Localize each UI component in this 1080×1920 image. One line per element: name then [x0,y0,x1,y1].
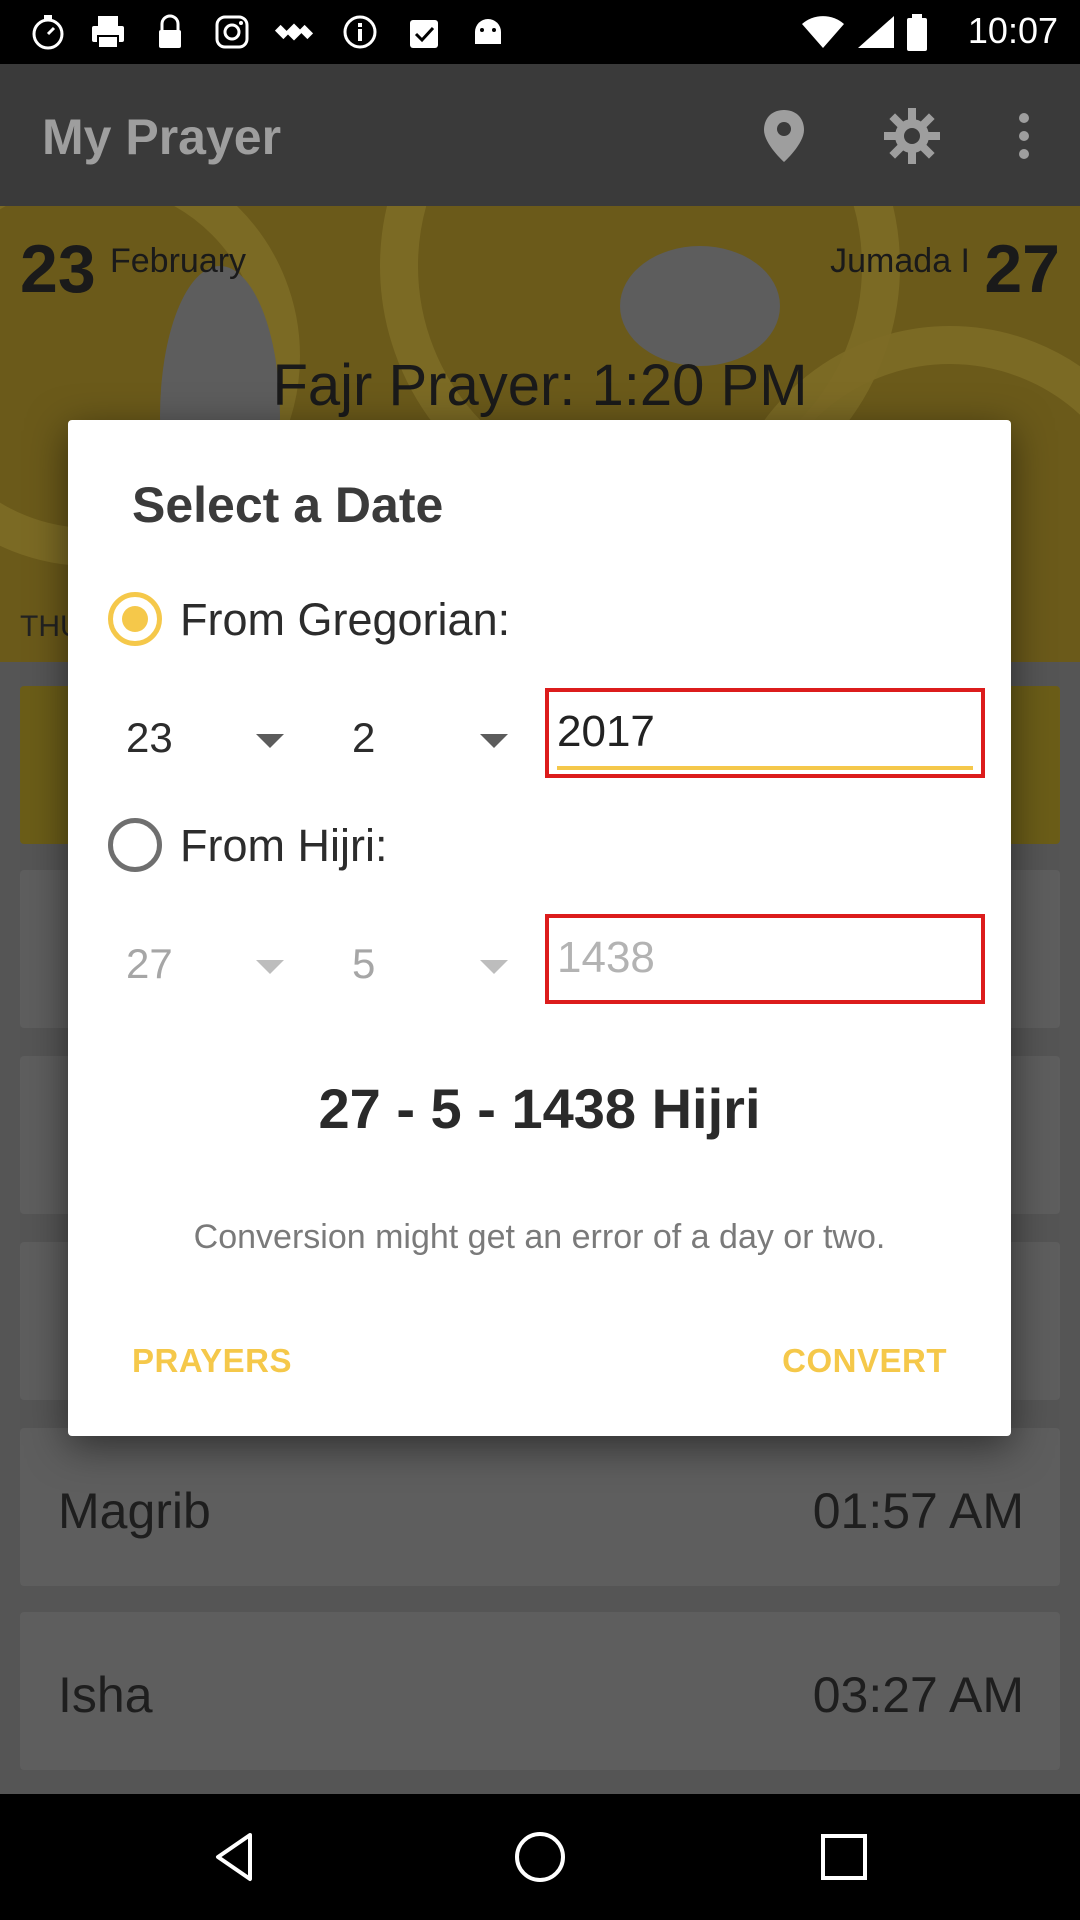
gregorian-label[interactable]: From Gregorian: [180,594,510,646]
dropdown-arrow-icon [256,960,284,974]
stopwatch-icon [32,15,64,50]
conversion-result: 27 - 5 - 1438 Hijri [318,1077,761,1140]
spinner-value: 2 [352,714,376,761]
focus-underline [557,766,973,770]
lock-icon [159,14,181,48]
back-icon[interactable] [206,1827,266,1887]
dialog-title: Select a Date [132,477,444,533]
prayer-name: Magrib [58,1483,211,1539]
gregorian-day-spinner[interactable]: 23 [126,708,316,768]
prayer-name: Isha [58,1667,153,1723]
hijri-day: 27 [984,231,1060,307]
app-title: My Prayer [42,109,282,165]
prayer-time: 01:57 AM [812,1483,1024,1539]
instagram-icon [215,15,249,49]
spinner-value: 27 [126,940,173,987]
prayers-button[interactable]: PRAYERS [132,1342,292,1380]
dropdown-arrow-icon [480,734,508,748]
status-bar: 10:07 [0,0,1080,64]
gregorian-day: 23 [20,231,96,307]
gregorian-year-box [545,688,985,778]
gregorian-radio[interactable] [108,592,162,646]
settings-icon[interactable] [882,106,942,166]
spinner-value: 23 [126,714,173,761]
spinner-value: 5 [352,940,376,987]
hijri-year-box [545,914,985,1004]
android-icon [475,19,501,44]
dropdown-arrow-icon [480,960,508,974]
select-date-dialog: Select a Date From Gregorian: 23 2 From … [68,420,1011,1436]
app-bar: My Prayer [0,64,1080,206]
printer-icon [92,16,124,49]
hijri-month: Jumada I [830,242,970,280]
hijri-year-input[interactable] [557,926,971,990]
hijri-day-spinner[interactable]: 27 [126,934,316,994]
hijri-month-spinner[interactable]: 5 [352,934,542,994]
hijri-radio[interactable] [108,818,162,872]
info-icon [343,15,377,49]
conversion-note: Conversion might get an error of a day o… [193,1218,886,1256]
gregorian-year-input[interactable] [557,700,971,764]
next-prayer: Fajr Prayer: 1:20 PM [272,353,808,418]
clipboard-check-icon [410,20,438,48]
home-icon[interactable] [510,1827,570,1887]
prayer-time: 03:27 AM [812,1667,1024,1723]
status-clock: 10:07 [967,10,1058,51]
prayer-row-isha[interactable]: Isha 03:27 AM [20,1612,1060,1770]
wifi-icon [802,16,844,48]
fake-gps-icon [274,23,314,41]
dropdown-arrow-icon [256,734,284,748]
location-icon[interactable] [754,106,814,166]
prayer-row-magrib[interactable]: Magrib 01:57 AM [20,1428,1060,1586]
navigation-bar [0,1794,1080,1920]
recents-icon[interactable] [814,1827,874,1887]
signal-icon [858,16,894,48]
hijri-label[interactable]: From Hijri: [180,820,387,872]
gregorian-month: February [110,242,247,280]
gregorian-month-spinner[interactable]: 2 [352,708,542,768]
battery-icon [907,14,927,51]
convert-button[interactable]: CONVERT [782,1342,947,1380]
more-vert-icon[interactable] [994,106,1054,166]
